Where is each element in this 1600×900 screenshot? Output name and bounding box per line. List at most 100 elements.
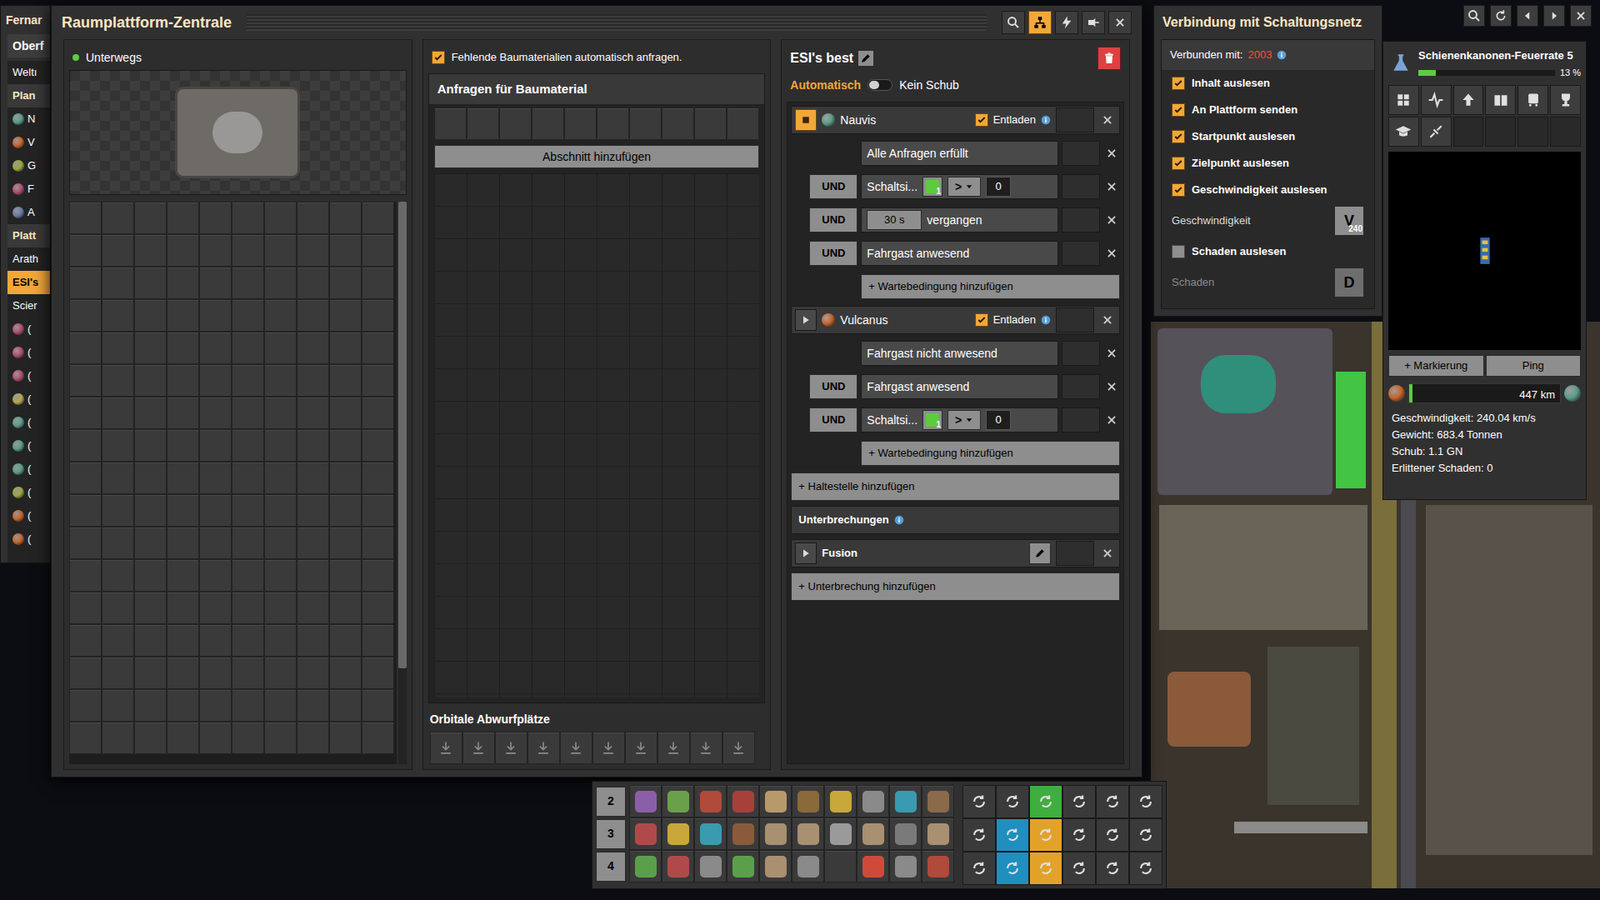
tool-icon[interactable]: [962, 818, 996, 852]
list-item[interactable]: Weltı: [7, 60, 50, 85]
inventory-slot[interactable]: [361, 689, 395, 722]
quickbar-slot[interactable]: [726, 817, 760, 850]
inventory-slot[interactable]: [264, 331, 297, 365]
close-icon[interactable]: [1108, 10, 1132, 35]
inventory-slot[interactable]: [329, 591, 362, 625]
quickbar-slot[interactable]: [889, 850, 922, 883]
inventory-slot[interactable]: [101, 461, 135, 495]
close-icon[interactable]: [1103, 374, 1120, 400]
inventory-slot[interactable]: [264, 591, 297, 625]
edit-icon[interactable]: [858, 50, 874, 66]
quickbar-slot[interactable]: [661, 785, 695, 818]
inventory-slot[interactable]: [361, 461, 395, 495]
inventory-slot[interactable]: [231, 331, 265, 365]
checkbox-option[interactable]: Geschwindigkeit auslesen: [1161, 176, 1375, 204]
inventory-slot[interactable]: [69, 331, 102, 365]
tool-icon[interactable]: [962, 785, 996, 819]
research-row[interactable]: Schienenkanonen-Feuerrate 513 %: [1388, 46, 1581, 80]
close-icon[interactable]: [1570, 5, 1592, 27]
signal-slot[interactable]: D: [1334, 267, 1365, 298]
close-icon[interactable]: [1103, 207, 1120, 233]
quickbar-slot[interactable]: [824, 785, 857, 818]
inventory-slot[interactable]: [264, 429, 297, 462]
inventory-slot[interactable]: [199, 689, 232, 722]
inventory-slot[interactable]: [231, 689, 265, 722]
quickbar-slot[interactable]: [759, 817, 792, 850]
inventory-slot[interactable]: [134, 396, 167, 430]
inventory-slot[interactable]: [166, 331, 200, 365]
inventory-slot[interactable]: [69, 201, 102, 235]
add-section-button[interactable]: Abschnitt hinzufügen: [434, 145, 760, 169]
inventory-slot[interactable]: [69, 494, 102, 527]
search-icon[interactable]: [1463, 5, 1485, 27]
inventory-slot[interactable]: [361, 234, 395, 267]
list-item[interactable]: (: [7, 340, 50, 365]
inventory-slot[interactable]: [166, 559, 200, 592]
inventory-slot[interactable]: [231, 494, 265, 527]
quickbar-slot[interactable]: [824, 850, 857, 883]
inventory-slot[interactable]: [166, 591, 200, 625]
list-item[interactable]: ESI's: [7, 270, 50, 295]
schedule-stop[interactable]: VulcanusEntladen: [790, 305, 1120, 335]
drag-handle[interactable]: [1061, 140, 1100, 166]
inventory-slot[interactable]: [264, 526, 297, 560]
request-slot[interactable]: [531, 107, 565, 140]
inventory-slot[interactable]: [166, 494, 200, 527]
inventory-slot[interactable]: [134, 299, 167, 332]
inventory-slot[interactable]: [231, 201, 265, 235]
inventory-slot[interactable]: [199, 201, 232, 235]
condition-box[interactable]: Schaltsi...1>0: [860, 174, 1059, 200]
inventory-slot[interactable]: [101, 429, 135, 462]
schedule-stop[interactable]: NauvisEntladen: [790, 105, 1120, 135]
inventory-slot[interactable]: [134, 461, 167, 495]
inventory-slot[interactable]: [329, 429, 362, 462]
inventory-slot[interactable]: [361, 299, 395, 332]
back-icon[interactable]: [1516, 5, 1539, 27]
train-icon[interactable]: [1517, 85, 1549, 115]
request-slot[interactable]: [694, 107, 727, 140]
inventory-slot[interactable]: [166, 396, 200, 430]
checkbox-option[interactable]: Inhalt auslesen: [1161, 70, 1375, 97]
inventory-slot[interactable]: [166, 429, 200, 462]
operator-dropdown[interactable]: >: [947, 176, 981, 197]
inventory-slot[interactable]: [166, 201, 200, 235]
and-button[interactable]: UND: [809, 174, 858, 200]
close-icon[interactable]: [1103, 340, 1120, 366]
request-slot[interactable]: [661, 107, 695, 140]
list-item[interactable]: (: [7, 317, 50, 341]
go-to-stop-icon[interactable]: [795, 309, 817, 331]
condition-box[interactable]: Alle Anfragen erfüllt: [860, 140, 1059, 166]
condition-box[interactable]: 30 svergangen: [860, 207, 1059, 233]
inventory-slot[interactable]: [329, 526, 362, 560]
inventory-slot[interactable]: [69, 591, 102, 625]
condition-box[interactable]: Fahrgast anwesend: [860, 374, 1059, 400]
map-button[interactable]: Ping: [1485, 355, 1582, 377]
inventory-slot[interactable]: [361, 331, 395, 365]
stats-icon[interactable]: [1420, 85, 1452, 115]
inventory-slot[interactable]: [199, 526, 232, 560]
inventory-slot[interactable]: [69, 656, 102, 690]
inventory-slot[interactable]: [264, 299, 297, 332]
inventory-slot[interactable]: [69, 364, 102, 397]
inventory-slot[interactable]: [296, 331, 330, 365]
inventory-slot[interactable]: [231, 526, 265, 560]
close-icon[interactable]: [1099, 307, 1116, 333]
drag-handle[interactable]: [1061, 240, 1100, 266]
pin-icon[interactable]: [1081, 10, 1105, 35]
tool-icon[interactable]: [1129, 851, 1163, 885]
inventory-slot[interactable]: [296, 494, 330, 527]
quickbar-slot[interactable]: [791, 850, 825, 883]
inventory-slot[interactable]: [101, 266, 135, 300]
drag-handle[interactable]: [1055, 107, 1095, 133]
list-item[interactable]: (: [7, 410, 50, 435]
drop-slot[interactable]: [690, 731, 723, 765]
checkbox[interactable]: [1171, 76, 1185, 90]
inventory-slot[interactable]: [264, 494, 297, 527]
inventory-slot[interactable]: [166, 689, 200, 722]
inventory-slot[interactable]: [166, 526, 200, 560]
inventory-slot[interactable]: [361, 201, 395, 235]
edit-icon[interactable]: [1029, 542, 1051, 565]
go-to-stop-icon[interactable]: [795, 542, 817, 565]
list-item[interactable]: F: [7, 177, 50, 201]
quickbar-slot[interactable]: [629, 850, 662, 883]
